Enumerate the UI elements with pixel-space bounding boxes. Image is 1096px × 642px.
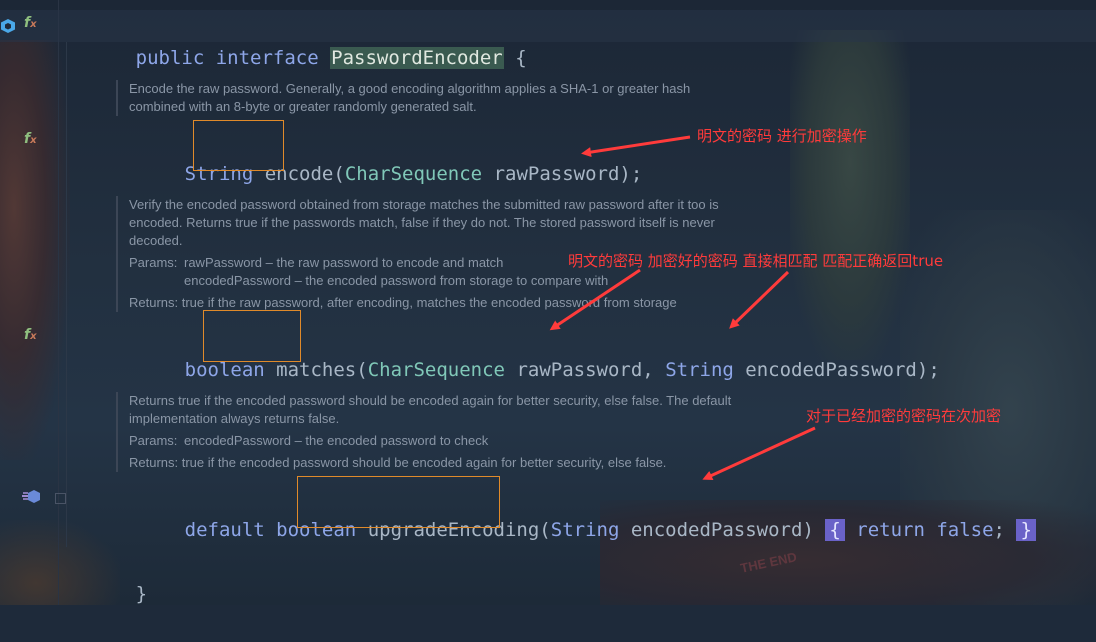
arrow-encode bbox=[581, 135, 691, 158]
arrow-upgrade bbox=[702, 426, 816, 481]
annotation-arrows bbox=[549, 135, 816, 481]
arrow-matches-encoded bbox=[729, 270, 790, 329]
arrow-matches-raw bbox=[549, 268, 641, 331]
